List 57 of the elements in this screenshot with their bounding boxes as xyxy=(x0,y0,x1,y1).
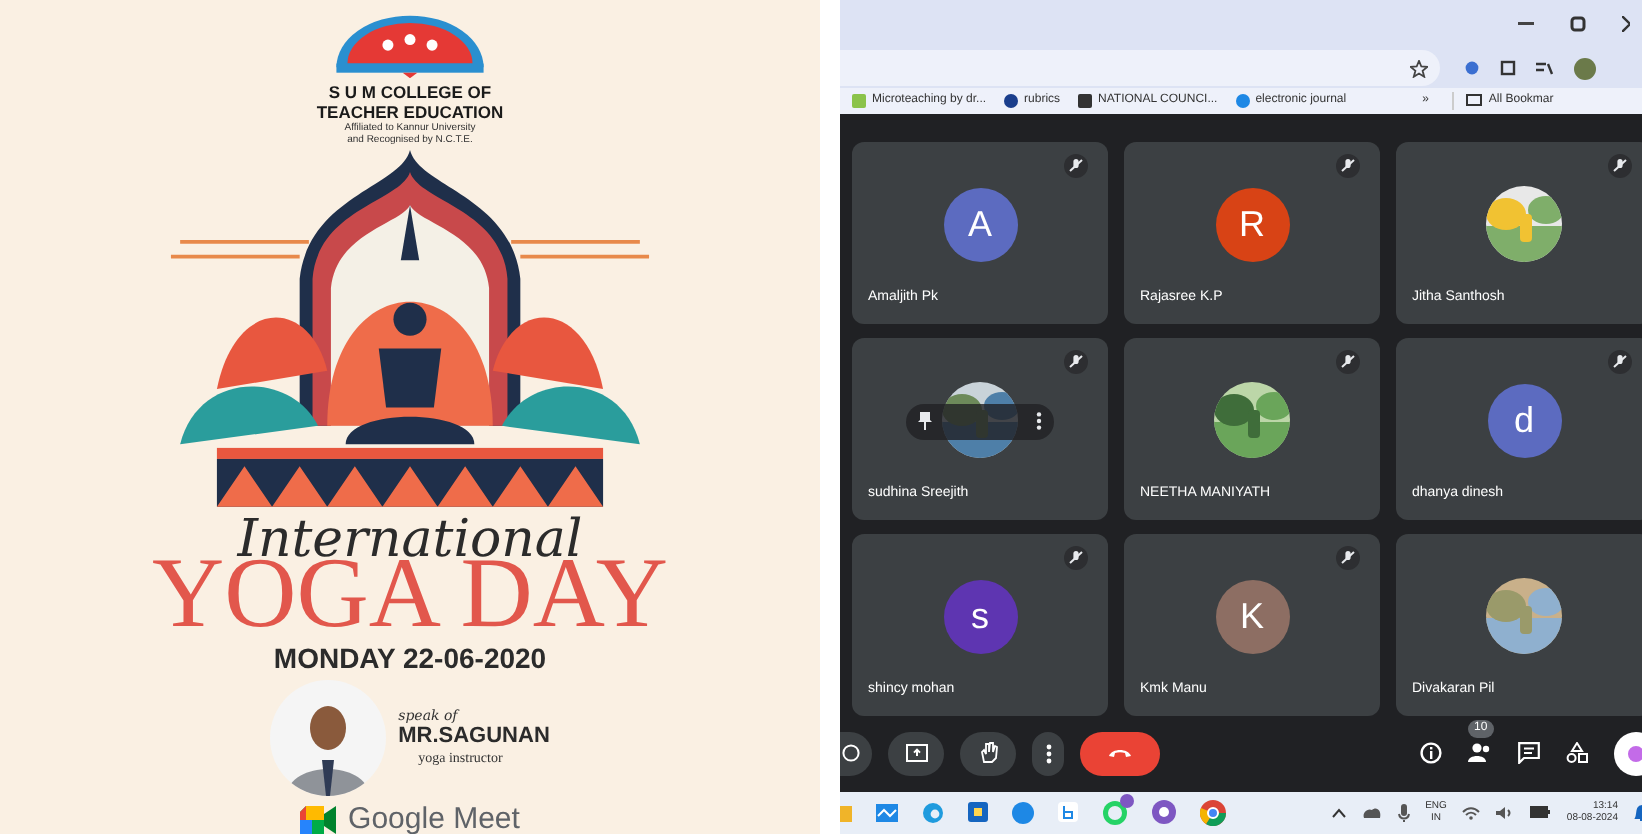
star-icon[interactable] xyxy=(1410,59,1428,78)
raise-hand-button[interactable] xyxy=(960,731,1016,776)
speaker-icon[interactable] xyxy=(1496,805,1515,820)
pin-icon[interactable] xyxy=(918,412,932,431)
close-icon[interactable] xyxy=(1622,16,1630,33)
wifi-icon[interactable] xyxy=(1462,805,1481,820)
vertical-dots-icon xyxy=(1045,743,1051,764)
minimize-icon[interactable] xyxy=(1518,22,1534,27)
app-icon[interactable] xyxy=(1058,802,1078,823)
avatar: s xyxy=(943,579,1017,654)
chat-icon[interactable] xyxy=(1518,742,1540,765)
avatar: A xyxy=(943,187,1017,262)
reading-list-icon[interactable] xyxy=(1536,60,1554,77)
present-button[interactable] xyxy=(888,731,944,776)
folder-icon xyxy=(1466,94,1483,107)
platform-label: Google Meet xyxy=(348,804,520,834)
bookmark-favicon-icon xyxy=(1078,93,1093,108)
leave-call-button[interactable] xyxy=(1080,731,1160,776)
hand-icon xyxy=(979,742,997,765)
mic-off-icon xyxy=(1064,153,1088,178)
avatar: d xyxy=(1487,383,1561,458)
college-name: S U M COLLEGE OF xyxy=(328,82,492,103)
people-icon xyxy=(1468,742,1492,765)
avatar: R xyxy=(1215,187,1289,262)
microphone-icon[interactable] xyxy=(1397,803,1410,822)
mail-icon[interactable] xyxy=(876,803,898,822)
mic-off-icon xyxy=(1336,545,1360,570)
mic-off-icon xyxy=(1608,349,1632,374)
battery-icon[interactable] xyxy=(1530,806,1551,819)
letter-circle-icon[interactable] xyxy=(1152,800,1176,825)
notification-dot-icon xyxy=(1120,793,1134,808)
event-date: MONDAY 22-06-2020 xyxy=(273,644,547,672)
college-name: TEACHER EDUCATION xyxy=(316,102,504,123)
avatar: K xyxy=(1215,579,1289,654)
mic-off-icon xyxy=(1608,153,1632,178)
info-icon[interactable] xyxy=(1420,742,1442,765)
store-icon[interactable] xyxy=(968,802,988,823)
video-camera-icon xyxy=(300,805,337,833)
bookmark-favicon-icon xyxy=(852,93,866,108)
vertical-dots-icon[interactable] xyxy=(1036,412,1042,431)
cloud-icon[interactable] xyxy=(1361,806,1382,819)
restore-icon[interactable] xyxy=(1570,16,1586,33)
mic-off-icon xyxy=(1336,153,1360,178)
extension-dot-icon[interactable] xyxy=(1464,60,1480,77)
bookmark-favicon-icon xyxy=(1004,93,1019,108)
speaker-name: MR.SAGUNAN xyxy=(398,724,550,752)
more-options-button[interactable] xyxy=(1032,731,1064,776)
profile-avatar-icon[interactable] xyxy=(1574,57,1596,80)
bookmark-favicon-icon xyxy=(1235,93,1250,108)
phone-hang-up-icon xyxy=(1108,748,1132,759)
mic-off-icon xyxy=(1064,545,1088,570)
activities-icon[interactable] xyxy=(1566,742,1588,765)
mic-off-icon xyxy=(1064,349,1088,374)
chevron-up-icon[interactable] xyxy=(1331,807,1346,818)
chrome-icon[interactable] xyxy=(1200,799,1226,826)
present-screen-icon xyxy=(905,744,927,763)
mic-off-icon xyxy=(1336,349,1360,374)
